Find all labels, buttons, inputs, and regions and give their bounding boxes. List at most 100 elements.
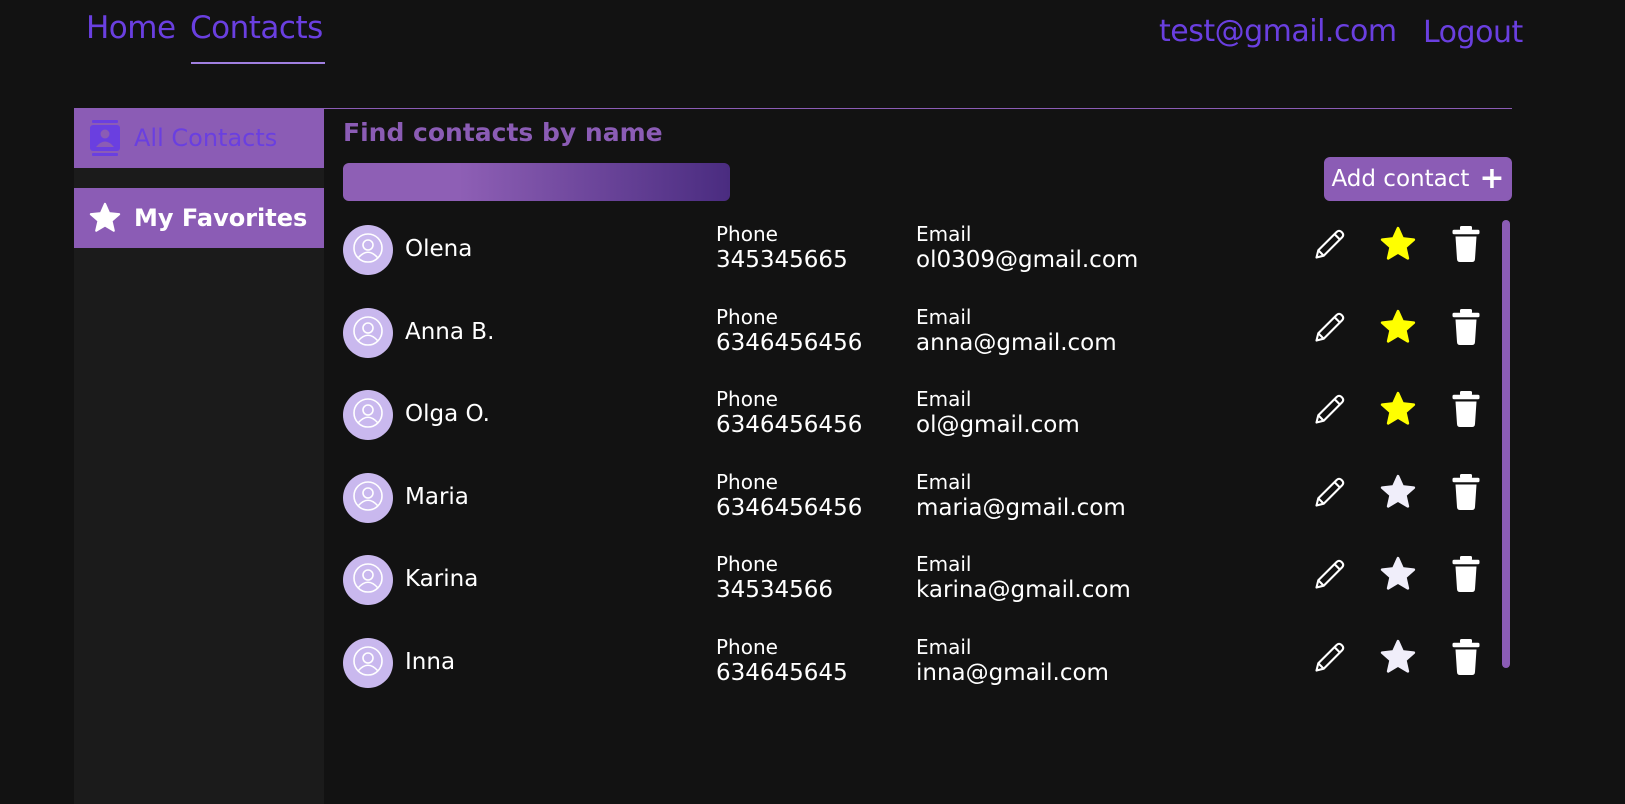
active-nav-indicator bbox=[191, 62, 325, 64]
contact-row: Anna B. Phone 6346456456 Email anna@gmail.co… bbox=[343, 301, 1493, 384]
edit-pencil-icon[interactable] bbox=[1310, 307, 1350, 347]
email-block: Email maria@gmail.com bbox=[916, 470, 1126, 522]
avatar bbox=[343, 307, 393, 358]
contact-row: Olga O. Phone 6346456456 Email ol@gmail.com bbox=[343, 383, 1493, 466]
plus-icon: + bbox=[1479, 161, 1505, 196]
contact-actions bbox=[1310, 389, 1486, 429]
favorite-star-icon[interactable] bbox=[1378, 637, 1418, 677]
favorite-star-icon[interactable] bbox=[1378, 389, 1418, 429]
email-value: ol@gmail.com bbox=[916, 412, 1080, 438]
email-label: Email bbox=[916, 552, 972, 576]
edit-pencil-icon[interactable] bbox=[1310, 389, 1350, 429]
user-avatar-icon bbox=[352, 562, 384, 598]
email-label: Email bbox=[916, 387, 972, 411]
nav-home-link[interactable]: Home bbox=[86, 10, 176, 46]
phone-value: 6346456456 bbox=[716, 329, 863, 356]
contact-name: Karina bbox=[405, 566, 479, 592]
edit-pencil-icon[interactable] bbox=[1310, 472, 1350, 512]
user-email: test@gmail.com bbox=[1159, 14, 1397, 49]
email-value: karina@gmail.com bbox=[916, 577, 1131, 603]
contacts-book-icon bbox=[88, 120, 122, 156]
delete-trash-icon[interactable] bbox=[1446, 554, 1486, 594]
phone-label: Phone bbox=[716, 387, 778, 411]
contact-actions bbox=[1310, 307, 1486, 347]
email-block: Email ol0309@gmail.com bbox=[916, 222, 1138, 274]
email-block: Email inna@gmail.com bbox=[916, 635, 1109, 687]
contact-name: Inna bbox=[405, 648, 456, 675]
phone-block: Phone 634645645 bbox=[716, 635, 848, 687]
phone-value: 34534566 bbox=[716, 577, 834, 603]
favorite-star-icon[interactable] bbox=[1378, 307, 1418, 347]
user-avatar-icon bbox=[352, 315, 384, 351]
contact-name: Anna B. bbox=[405, 318, 495, 345]
panel-divider bbox=[324, 108, 1512, 109]
star-icon bbox=[88, 201, 122, 235]
logout-button[interactable]: Logout bbox=[1423, 15, 1523, 50]
avatar bbox=[343, 225, 393, 275]
email-value: anna@gmail.com bbox=[916, 329, 1117, 356]
phone-block: Phone 6346456456 bbox=[716, 387, 862, 439]
delete-trash-icon[interactable] bbox=[1446, 472, 1486, 512]
email-label: Email bbox=[916, 222, 972, 246]
contact-actions bbox=[1310, 224, 1486, 264]
contact-name: Olena bbox=[405, 236, 473, 262]
app-page: Home Contacts test@gmail.com Logout All … bbox=[0, 0, 1625, 804]
contact-name: Olga O. bbox=[405, 401, 490, 427]
phone-label: Phone bbox=[716, 469, 778, 494]
contact-actions bbox=[1310, 637, 1486, 677]
phone-value: 6346456456 bbox=[716, 412, 863, 438]
delete-trash-icon[interactable] bbox=[1446, 307, 1486, 347]
phone-label: Phone bbox=[716, 634, 778, 659]
avatar bbox=[343, 390, 393, 440]
sidebar: All Contacts My Favorites bbox=[74, 108, 324, 804]
favorite-star-icon[interactable] bbox=[1378, 554, 1418, 594]
phone-block: Phone 6346456456 bbox=[716, 305, 862, 357]
phone-value: 345345665 bbox=[716, 247, 848, 273]
edit-pencil-icon[interactable] bbox=[1310, 554, 1350, 594]
delete-trash-icon[interactable] bbox=[1446, 389, 1486, 429]
add-contact-label: Add contact bbox=[1331, 166, 1470, 192]
contact-actions bbox=[1310, 554, 1486, 594]
search-input[interactable] bbox=[343, 163, 730, 201]
scrollbar[interactable] bbox=[1502, 220, 1510, 668]
edit-pencil-icon[interactable] bbox=[1310, 637, 1350, 677]
contact-name: Maria bbox=[405, 483, 469, 510]
email-label: Email bbox=[916, 304, 972, 329]
email-block: Email ol@gmail.com bbox=[916, 387, 1080, 439]
contact-row: Olena Phone 345345665 Email ol0309@gmail.com bbox=[343, 218, 1493, 301]
phone-value: 6346456456 bbox=[716, 494, 863, 521]
contact-actions bbox=[1310, 472, 1486, 512]
delete-trash-icon[interactable] bbox=[1446, 224, 1486, 264]
edit-pencil-icon[interactable] bbox=[1310, 224, 1350, 264]
user-avatar-icon bbox=[352, 480, 384, 516]
contact-row: Karina Phone 34534566 Email karina@gmail.com bbox=[343, 548, 1493, 631]
email-value: ol0309@gmail.com bbox=[916, 247, 1139, 273]
email-label: Email bbox=[916, 469, 972, 494]
phone-block: Phone 34534566 bbox=[716, 552, 833, 604]
sidebar-item-label: My Favorites bbox=[134, 204, 308, 232]
favorite-star-icon[interactable] bbox=[1378, 472, 1418, 512]
phone-block: Phone 6346456456 bbox=[716, 470, 862, 522]
avatar bbox=[343, 472, 393, 523]
email-value: maria@gmail.com bbox=[916, 494, 1126, 521]
phone-value: 634645645 bbox=[716, 659, 848, 686]
user-avatar-icon bbox=[352, 232, 384, 268]
phone-label: Phone bbox=[716, 222, 778, 246]
email-value: inna@gmail.com bbox=[916, 659, 1109, 686]
sidebar-item-all-contacts[interactable]: All Contacts bbox=[74, 108, 324, 168]
phone-label: Phone bbox=[716, 304, 778, 329]
sidebar-item-my-favorites[interactable]: My Favorites bbox=[74, 188, 324, 248]
sidebar-item-label: All Contacts bbox=[134, 124, 278, 152]
nav-contacts-link[interactable]: Contacts bbox=[190, 10, 323, 46]
add-contact-button[interactable]: Add contact + bbox=[1324, 157, 1512, 201]
delete-trash-icon[interactable] bbox=[1446, 637, 1486, 677]
email-block: Email anna@gmail.com bbox=[916, 305, 1117, 357]
contact-row: Inna Phone 634645645 Email inna@gmail.com bbox=[343, 631, 1493, 714]
phone-label: Phone bbox=[716, 552, 778, 576]
favorite-star-icon[interactable] bbox=[1378, 224, 1418, 264]
avatar bbox=[343, 637, 393, 688]
email-label: Email bbox=[916, 634, 972, 659]
avatar bbox=[343, 555, 393, 605]
phone-block: Phone 345345665 bbox=[716, 222, 848, 274]
contact-list: Olena Phone 345345665 Email ol0309@gmail.com… bbox=[343, 218, 1493, 713]
